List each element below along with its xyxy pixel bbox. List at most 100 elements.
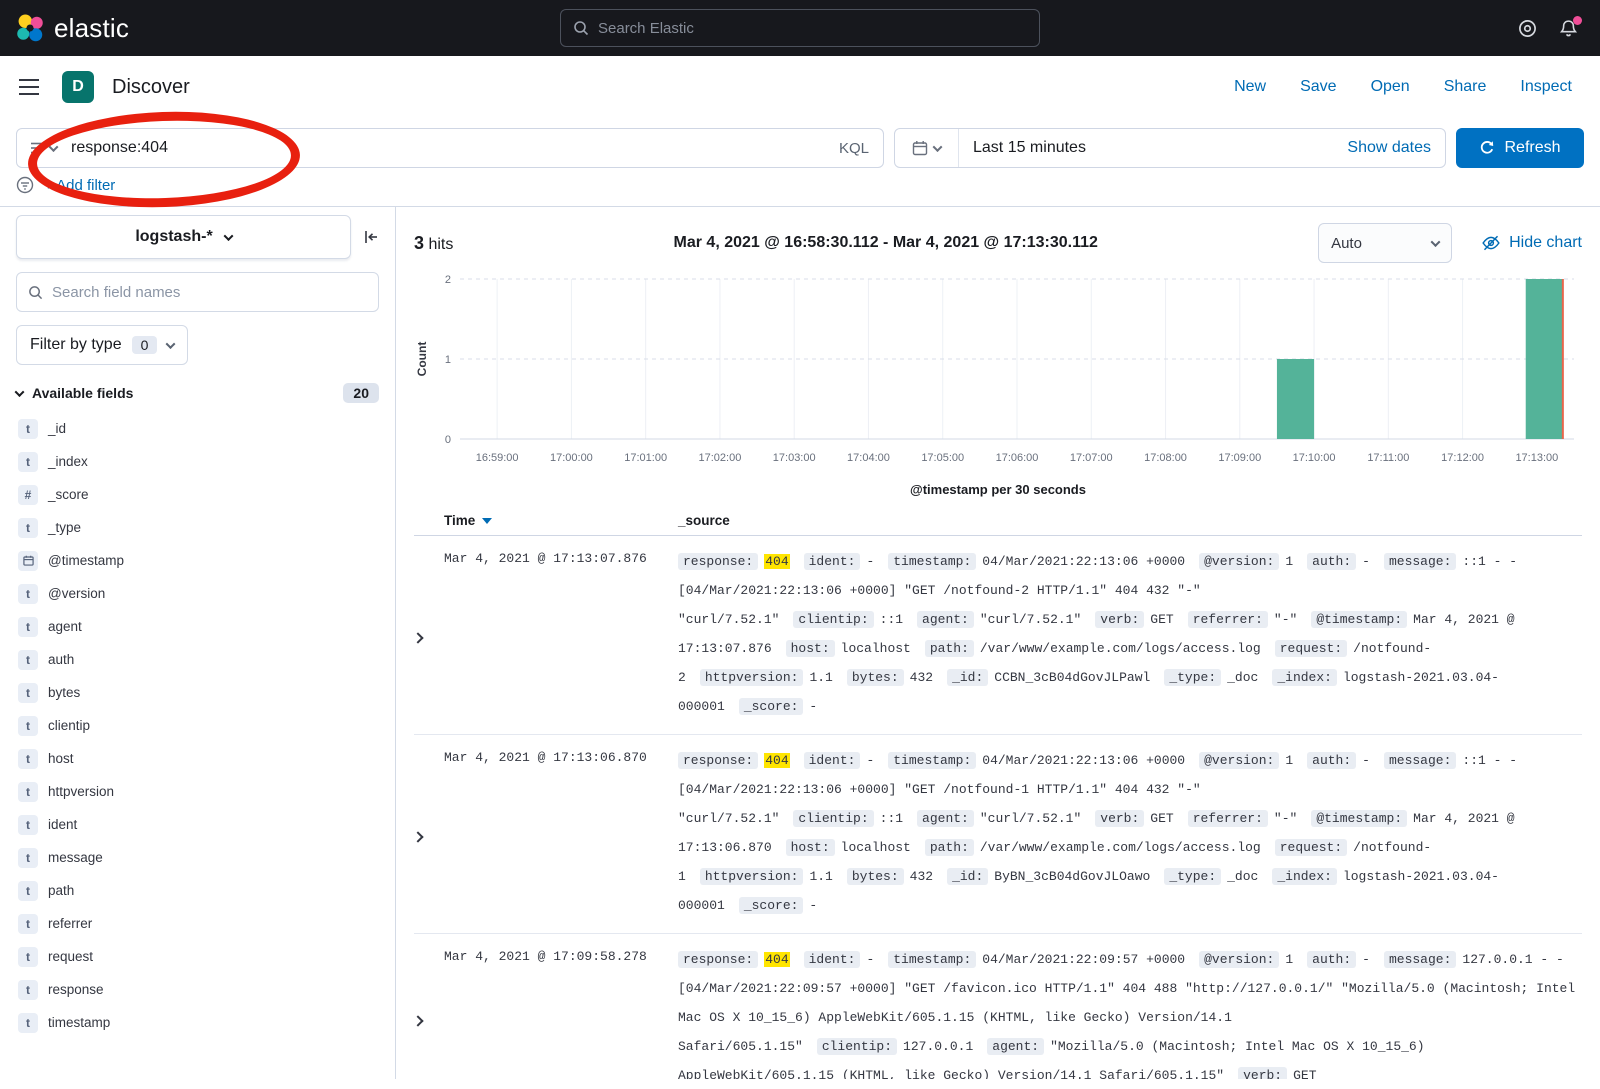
source-field-value: 1.1 <box>809 869 832 884</box>
field-search-input[interactable] <box>52 284 367 301</box>
field-item-host[interactable]: thost <box>16 742 379 775</box>
field-item-path[interactable]: tpath <box>16 874 379 907</box>
header-action-open[interactable]: Open <box>1371 78 1410 96</box>
field-name: ident <box>48 817 77 832</box>
page-title: Discover <box>112 76 190 99</box>
svg-text:17:04:00: 17:04:00 <box>847 452 890 464</box>
svg-text:17:07:00: 17:07:00 <box>1070 452 1113 464</box>
source-field-name: _index: <box>1272 868 1337 885</box>
field-item-auth[interactable]: tauth <box>16 643 379 676</box>
source-field-name: response: <box>678 951 758 968</box>
field-search[interactable] <box>16 272 379 312</box>
notifications-bell-icon[interactable] <box>1559 19 1578 38</box>
field-name: message <box>48 850 103 865</box>
histogram-bar-17:13:00[interactable] <box>1526 279 1563 439</box>
source-field-value: GET <box>1293 1068 1316 1079</box>
field-item-timestamp[interactable]: ttimestamp <box>16 1006 379 1039</box>
field-item-bytes[interactable]: tbytes <box>16 676 379 709</box>
string-field-icon: t <box>18 1013 38 1033</box>
filter-icon[interactable] <box>16 176 34 194</box>
saved-query-menu-button[interactable] <box>17 129 71 167</box>
field-item-referrer[interactable]: treferrer <box>16 907 379 940</box>
svg-text:17:00:00: 17:00:00 <box>550 452 593 464</box>
field-name: _index <box>48 454 88 469</box>
source-field-name: path: <box>925 640 974 657</box>
index-pattern-select[interactable]: logstash-* <box>16 215 351 259</box>
highlighted-value: 404 <box>764 952 789 967</box>
row-source: response:404ident:-timestamp:04/Mar/2021… <box>678 547 1582 721</box>
source-field-name: auth: <box>1307 553 1356 570</box>
time-column-header[interactable]: Time <box>444 513 678 528</box>
svg-text:17:03:00: 17:03:00 <box>773 452 816 464</box>
discover-main: 3 hits Mar 4, 2021 @ 16:58:30.112 - Mar … <box>396 207 1600 1079</box>
expand-row-button[interactable] <box>414 945 444 1079</box>
field-item-response[interactable]: tresponse <box>16 973 379 1006</box>
header-action-new[interactable]: New <box>1234 78 1266 96</box>
show-dates-link[interactable]: Show dates <box>1347 139 1445 157</box>
field-item-version[interactable]: t@version <box>16 577 379 610</box>
add-filter-button[interactable]: + Add filter <box>44 177 115 194</box>
header-action-save[interactable]: Save <box>1300 78 1336 96</box>
refresh-button[interactable]: Refresh <box>1456 128 1584 168</box>
source-field-name: bytes: <box>847 868 904 885</box>
source-field-value: - <box>1362 753 1370 768</box>
histogram-bar-17:09:30[interactable] <box>1277 359 1314 439</box>
source-field-value: 1 <box>1285 753 1293 768</box>
filter-by-type-select[interactable]: Filter by type 0 <box>16 325 188 365</box>
header-action-share[interactable]: Share <box>1444 78 1487 96</box>
field-item-agent[interactable]: tagent <box>16 610 379 643</box>
string-field-icon: t <box>18 419 38 439</box>
available-fields-header[interactable]: Available fields 20 <box>16 383 379 403</box>
source-field-name: response: <box>678 553 758 570</box>
hide-chart-button[interactable]: Hide chart <box>1482 234 1582 252</box>
field-item-type[interactable]: t_type <box>16 511 379 544</box>
chevron-right-icon <box>412 632 423 643</box>
string-field-icon: t <box>18 947 38 967</box>
svg-text:17:05:00: 17:05:00 <box>921 452 964 464</box>
highlighted-value: 404 <box>764 753 789 768</box>
filter-bar: + Add filter <box>0 176 1600 206</box>
field-name: host <box>48 751 74 766</box>
source-field-value: "curl/7.52.1" <box>980 811 1081 826</box>
time-range-value[interactable]: Last 15 minutes <box>959 139 1347 157</box>
global-search-input[interactable] <box>598 20 1027 37</box>
field-item-httpversion[interactable]: thttpversion <box>16 775 379 808</box>
kql-language-toggle[interactable]: KQL <box>825 140 883 157</box>
notification-dot <box>1573 16 1582 25</box>
field-item-index[interactable]: t_index <box>16 445 379 478</box>
string-field-icon: t <box>18 584 38 604</box>
source-field-name: message: <box>1384 951 1456 968</box>
source-field-name: path: <box>925 839 974 856</box>
query-bar: KQL Last 15 minutes Show dates Refresh <box>0 118 1600 176</box>
date-picker-menu-button[interactable] <box>895 129 959 167</box>
source-field-value: ::1 <box>880 811 903 826</box>
field-item-id[interactable]: t_id <box>16 412 379 445</box>
field-item-timestamp[interactable]: @timestamp <box>16 544 379 577</box>
source-field-name: agent: <box>987 1038 1044 1055</box>
source-field-value: "-" <box>1274 612 1297 627</box>
source-field-name: @version: <box>1199 752 1279 769</box>
source-field-value: GET <box>1150 811 1173 826</box>
source-field-value: - <box>809 898 817 913</box>
hamburger-menu-icon[interactable] <box>18 78 40 96</box>
source-field-value: 432 <box>910 670 933 685</box>
field-item-request[interactable]: trequest <box>16 940 379 973</box>
help-icon[interactable] <box>1518 19 1537 38</box>
field-name: referrer <box>48 916 92 931</box>
svg-text:1: 1 <box>445 354 451 366</box>
collapse-sidebar-icon[interactable] <box>363 229 379 245</box>
header-action-inspect[interactable]: Inspect <box>1520 78 1572 96</box>
field-item-ident[interactable]: tident <box>16 808 379 841</box>
elastic-brand: elastic <box>16 13 129 44</box>
source-field-name: ident: <box>804 553 861 570</box>
field-item-clientip[interactable]: tclientip <box>16 709 379 742</box>
field-item-message[interactable]: tmessage <box>16 841 379 874</box>
global-search[interactable] <box>560 9 1040 47</box>
query-input[interactable] <box>71 139 825 157</box>
source-field-value: "-" <box>1274 811 1297 826</box>
interval-select[interactable]: Auto <box>1318 223 1452 263</box>
chevron-down-icon <box>49 142 59 152</box>
expand-row-button[interactable] <box>414 746 444 920</box>
expand-row-button[interactable] <box>414 547 444 721</box>
field-item-score[interactable]: #_score <box>16 478 379 511</box>
